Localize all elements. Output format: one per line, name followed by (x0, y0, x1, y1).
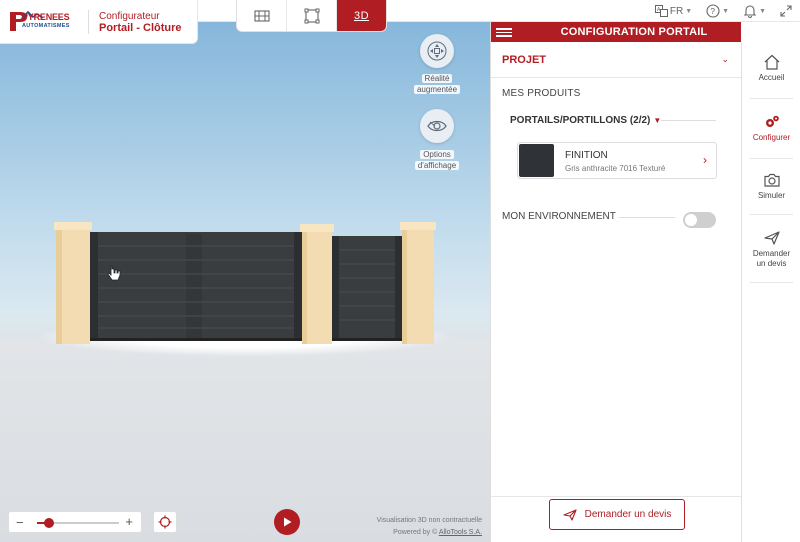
top-right-toolbar: A FR ▼ ? ▼ ▼ (654, 2, 792, 20)
home-icon (764, 54, 779, 70)
tab-plan-view[interactable] (287, 0, 337, 31)
disclaimer-text: Visualisation 3D non contractuelle (376, 517, 482, 524)
help-menu[interactable]: ? ▼ (706, 4, 729, 18)
crosshair-icon (158, 515, 172, 529)
finition-card[interactable]: FINITION Gris anthracite 7016 Texturé › (517, 142, 717, 179)
zoom-slider-thumb[interactable] (44, 518, 55, 528)
request-quote-button[interactable]: Demander un devis (549, 499, 685, 530)
nav-simuler[interactable]: Simuler (742, 172, 800, 201)
expand-icon (780, 5, 792, 17)
view-mode-tabs: 3D (236, 0, 387, 32)
logo-subtext: AUTOMATISMES (22, 23, 70, 29)
projet-section[interactable]: PROJET ⌄ (491, 42, 741, 78)
nav-demander-label-2: un devis (756, 259, 787, 268)
app-title: Portail - Clôture (99, 22, 182, 34)
portails-label: PORTAILS/PORTILLONS (2/2) (510, 115, 651, 126)
notifications-menu[interactable]: ▼ (743, 4, 766, 18)
finition-value: Gris anthracite 7016 Texturé (565, 164, 666, 173)
environment-label: MON ENVIRONNEMENT (502, 211, 616, 222)
right-navigation: Accueil Configurer Simuler Demander un d… (741, 42, 800, 542)
gears-icon (765, 115, 779, 127)
display-options-label: Options d'affichage (407, 149, 467, 171)
play-animation-button[interactable] (274, 509, 300, 535)
pillar-right (400, 222, 436, 344)
paper-plane-icon (563, 508, 577, 521)
chevron-down-icon: ▼ (759, 7, 766, 15)
language-selector[interactable]: A FR ▼ (654, 5, 693, 17)
3d-view-icon: 3D (353, 9, 370, 22)
app-subtitle: Configurateur (99, 11, 160, 22)
mes-produits-heading: MES PRODUITS (502, 88, 581, 99)
augmented-reality-label: Réalité augmentée (407, 73, 467, 95)
projet-label: PROJET (502, 54, 547, 66)
pedestrian-gate (332, 236, 402, 341)
chevron-down-icon: ▼ (722, 7, 730, 15)
main-gate (90, 232, 302, 341)
augmented-reality-icon (427, 41, 447, 61)
finition-color-swatch (519, 144, 554, 177)
plan-view-icon (304, 8, 319, 23)
tab-front-view[interactable] (237, 0, 287, 31)
powered-by-text: Powered by © (393, 529, 439, 536)
divider (661, 120, 716, 121)
divider (750, 158, 793, 159)
brand-header: PYRENEES AUTOMATISMES Configurateur Port… (0, 0, 198, 44)
divider (750, 98, 793, 99)
play-icon (284, 517, 292, 527)
request-quote-label: Demander un devis (584, 509, 672, 520)
translate-icon: A (654, 5, 668, 17)
3d-viewport[interactable]: Réalité augmentée Options d'affichage − + (0, 0, 490, 542)
disclaimer: Visualisation 3D non contractuelle Power… (377, 515, 482, 539)
chevron-right-icon: › (703, 153, 707, 167)
svg-text:?: ? (710, 6, 715, 16)
chevron-down-icon: ⌄ (721, 54, 729, 64)
chevron-down-icon: ▼ (685, 7, 693, 15)
paper-plane-icon (763, 231, 780, 245)
zoom-control: − + (8, 511, 142, 533)
portails-dropdown[interactable]: PORTAILS/PORTILLONS (2/2) ▼ (510, 115, 661, 126)
display-options-button[interactable] (420, 109, 454, 143)
panel-title: CONFIGURATION PORTAIL (560, 26, 708, 38)
divider (750, 282, 793, 283)
nav-demander-devis[interactable]: Demander un devis (742, 230, 800, 269)
allotools-link[interactable]: AlloTools S.A. (439, 529, 482, 536)
bell-icon (743, 5, 757, 18)
language-code: FR (669, 5, 684, 17)
zoom-out-button[interactable]: − (16, 515, 24, 530)
nav-accueil[interactable]: Accueil (742, 54, 800, 83)
nav-configurer-label: Configurer (752, 133, 791, 142)
gate-front-view-icon (253, 9, 270, 22)
tab-3d-view[interactable]: 3D (337, 0, 386, 31)
fullscreen-button[interactable] (780, 5, 792, 17)
logo-divider (88, 10, 89, 34)
toggle-knob (685, 214, 697, 226)
help-icon: ? (706, 4, 720, 18)
pillar-left (54, 222, 92, 344)
augmented-reality-button[interactable] (420, 34, 454, 68)
panel-header: CONFIGURATION PORTAIL (491, 22, 741, 42)
eye-settings-icon (427, 120, 447, 132)
nav-demander-label-1: Demander (752, 249, 791, 258)
configuration-panel: CONFIGURATION PORTAIL PROJET ⌄ MES PRODU… (490, 22, 742, 542)
nav-simuler-label: Simuler (757, 191, 786, 200)
finition-title: FINITION (565, 150, 608, 161)
camera-icon (763, 173, 780, 187)
pillar-middle (300, 224, 334, 344)
environment-toggle[interactable] (683, 212, 716, 228)
nav-configurer[interactable]: Configurer (742, 114, 800, 143)
logo-text: PYRENEES (22, 12, 70, 22)
zoom-in-button[interactable]: + (125, 514, 133, 529)
divider (750, 214, 793, 215)
nav-accueil-label: Accueil (758, 73, 785, 82)
recenter-button[interactable] (153, 511, 177, 533)
devis-footer: Demander un devis (491, 496, 742, 542)
divider (619, 217, 675, 218)
